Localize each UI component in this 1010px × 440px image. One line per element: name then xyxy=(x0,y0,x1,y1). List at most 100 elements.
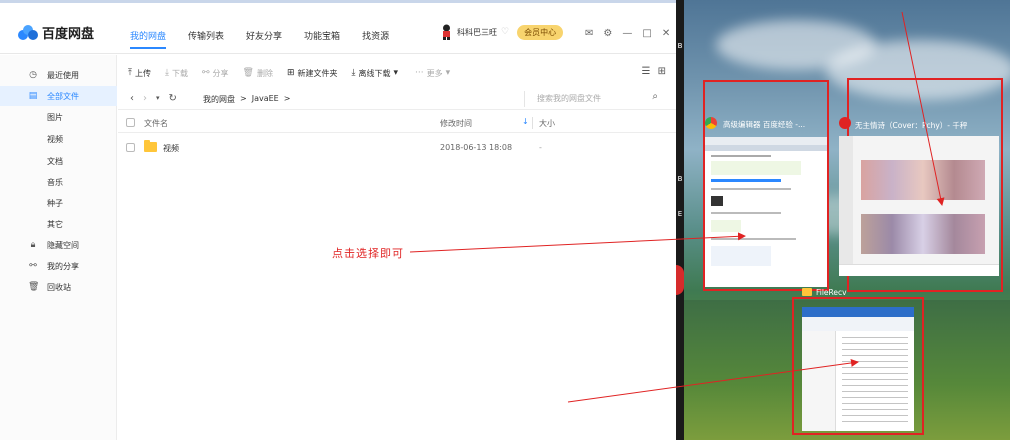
grid-view-icon[interactable]: ⊞ xyxy=(658,66,666,77)
header-size[interactable]: 大小 xyxy=(539,118,555,129)
upload-button[interactable]: ⤒ 上传 xyxy=(128,68,151,79)
app-logo: 百度网盘 xyxy=(18,23,94,42)
sort-list-icon[interactable]: ☰ xyxy=(641,66,650,77)
task-view-window-music[interactable]: 无主情诗（Cover：Pchy）- 千秤 xyxy=(839,78,1003,292)
maximize-icon[interactable]: □ xyxy=(642,28,651,39)
vip-center-button[interactable]: 会员中心 xyxy=(517,24,564,40)
sidebar: ◷ 最近使用 ▤ 全部文件 图片 视频 文档 音乐 种子 其它 🔒︎ 隐藏空间 xyxy=(0,55,117,440)
sidebar-item-label: 全部文件 xyxy=(47,91,79,101)
offline-download-label: 离线下载 xyxy=(358,68,391,78)
username[interactable]: 科科巴三旺 xyxy=(457,27,497,38)
edge-red-icon xyxy=(676,265,684,295)
sidebar-item-my-shares[interactable]: ⚯ 我的分享 xyxy=(0,256,117,276)
select-all-checkbox[interactable] xyxy=(126,118,135,127)
window-preview xyxy=(705,137,827,287)
breadcrumb-javaee[interactable]: JavaEE xyxy=(252,94,279,105)
mail-icon[interactable]: ✉ xyxy=(585,28,593,39)
refresh-icon[interactable]: ↻ xyxy=(169,93,177,104)
sidebar-item-label: 回收站 xyxy=(47,282,71,292)
tab-transfer-list[interactable]: 传输列表 xyxy=(188,29,224,42)
background-window-edge xyxy=(676,0,684,440)
sidebar-item-all-files[interactable]: ▤ 全部文件 xyxy=(0,86,117,106)
task-view-window-editor[interactable]: 高级编辑器 百度经验 -... xyxy=(703,80,829,291)
search-box: ⌕ xyxy=(524,91,664,107)
search-icon[interactable]: ⌕ xyxy=(652,91,658,102)
file-name[interactable]: 视频 xyxy=(163,143,179,154)
chevron-down-icon: ▾ xyxy=(445,68,451,78)
sort-arrow-icon[interactable]: ↓ xyxy=(522,117,529,126)
task-view-window-filerecv[interactable]: FileRecv xyxy=(792,288,924,435)
address-bar: ‹ › ▾ ↻ 我的网盘 > JavaEE > ⌕ xyxy=(118,88,676,110)
file-modified: 2018-06-13 18:08 xyxy=(440,143,513,152)
upload-icon: ⤒ xyxy=(128,68,132,78)
header-filename[interactable]: 文件名 xyxy=(144,118,168,129)
download-button[interactable]: ⤓ 下载 xyxy=(165,68,188,79)
netease-music-icon xyxy=(839,117,851,129)
toolbar: ⤒ 上传 ⤓ 下载 ⚯ 分享 🗑︎ 删除 ⊞ 新建文件夹 ⤓ 离线下载 ▾ ··· 更多 ▾ ☰ … xyxy=(118,62,676,84)
share-button[interactable]: ⚯ 分享 xyxy=(202,68,229,79)
new-folder-button[interactable]: ⊞ 新建文件夹 xyxy=(287,68,338,79)
share-label: 分享 xyxy=(212,68,229,78)
breadcrumb: 我的网盘 > JavaEE > xyxy=(203,94,295,105)
sidebar-item-recent[interactable]: ◷ 最近使用 xyxy=(0,65,117,85)
clock-icon: ◷ xyxy=(29,70,37,80)
window-preview xyxy=(839,136,999,276)
row-checkbox[interactable] xyxy=(126,143,135,152)
delete-button[interactable]: 🗑︎ 删除 xyxy=(243,68,273,79)
tab-toolbox[interactable]: 功能宝箱 xyxy=(304,29,340,42)
sidebar-item-label: 视频 xyxy=(47,134,63,144)
baidu-cloud-icon xyxy=(18,24,38,41)
sidebar-item-label: 其它 xyxy=(47,219,63,229)
close-icon[interactable]: ✕ xyxy=(662,28,670,39)
file-table-header: 文件名 修改时间 ↓ 大小 xyxy=(118,113,676,133)
new-folder-icon: ⊞ xyxy=(286,68,295,78)
sidebar-item-others[interactable]: 其它 xyxy=(0,214,117,234)
tab-friend-share[interactable]: 好友分享 xyxy=(246,29,282,42)
breadcrumb-root[interactable]: 我的网盘 xyxy=(203,94,235,105)
history-dropdown-icon[interactable]: ▾ xyxy=(156,94,160,104)
share-icon: ⚯ xyxy=(29,261,37,271)
breadcrumb-separator: > xyxy=(283,94,291,103)
main-nav: 我的网盘 传输列表 好友分享 功能宝箱 找资源 xyxy=(130,29,411,49)
tab-find-resources[interactable]: 找资源 xyxy=(362,29,389,42)
offline-download-button[interactable]: ⤓ 离线下载 ▾ xyxy=(352,68,402,79)
sidebar-item-videos[interactable]: 视频 xyxy=(0,129,117,149)
address-nav-buttons: ‹ › ▾ ↻ xyxy=(130,93,186,104)
sidebar-item-images[interactable]: 图片 xyxy=(0,107,117,127)
header-modified[interactable]: 修改时间 xyxy=(440,118,472,129)
chrome-icon xyxy=(705,117,717,129)
sidebar-item-documents[interactable]: 文档 xyxy=(0,151,117,171)
download-icon: ⤓ xyxy=(164,68,169,78)
table-row[interactable]: 视频 2018-06-13 18:08 - xyxy=(118,138,676,158)
forward-icon[interactable]: › xyxy=(143,93,147,104)
top-accent-bar xyxy=(0,0,676,3)
sidebar-item-label: 最近使用 xyxy=(47,70,79,80)
title-bar: 百度网盘 我的网盘 传输列表 好友分享 功能宝箱 找资源 科科巴三旺 ♡ 会员中… xyxy=(0,0,676,54)
more-button[interactable]: ··· 更多 ▾ xyxy=(415,68,453,79)
back-icon[interactable]: ‹ xyxy=(130,93,134,104)
sidebar-item-hidden-space[interactable]: 🔒︎ 隐藏空间 xyxy=(0,235,117,255)
delete-label: 删除 xyxy=(256,68,273,78)
file-size: - xyxy=(539,143,542,152)
minimize-icon[interactable]: — xyxy=(622,28,632,39)
baidu-netdisk-window: 百度网盘 我的网盘 传输列表 好友分享 功能宝箱 找资源 科科巴三旺 ♡ 会员中… xyxy=(0,0,676,440)
sidebar-item-label: 种子 xyxy=(47,198,63,208)
window-preview xyxy=(802,307,914,431)
tab-my-netdisk[interactable]: 我的网盘 xyxy=(130,29,167,49)
breadcrumb-separator: > xyxy=(240,94,247,103)
window-controls: ✉ ⚙ — □ ✕ xyxy=(585,28,676,39)
trash-icon: 🗑︎ xyxy=(28,282,40,292)
window-title: FileRecv xyxy=(816,288,847,297)
trash-icon: 🗑︎ xyxy=(242,68,254,78)
gear-icon[interactable]: ⚙ xyxy=(603,28,612,39)
window-title: 高级编辑器 百度经验 -... xyxy=(723,120,806,129)
sidebar-item-torrents[interactable]: 种子 xyxy=(0,193,117,213)
sidebar-item-label: 我的分享 xyxy=(47,261,79,271)
edge-fragment: E xyxy=(677,210,683,218)
sidebar-item-music[interactable]: 音乐 xyxy=(0,172,117,192)
sidebar-item-recycle-bin[interactable]: 🗑︎ 回收站 xyxy=(0,277,117,297)
sidebar-item-label: 文档 xyxy=(47,156,63,166)
avatar[interactable] xyxy=(440,24,453,40)
search-input[interactable] xyxy=(537,91,647,105)
view-toggle: ☰ ⊞ xyxy=(641,66,666,77)
